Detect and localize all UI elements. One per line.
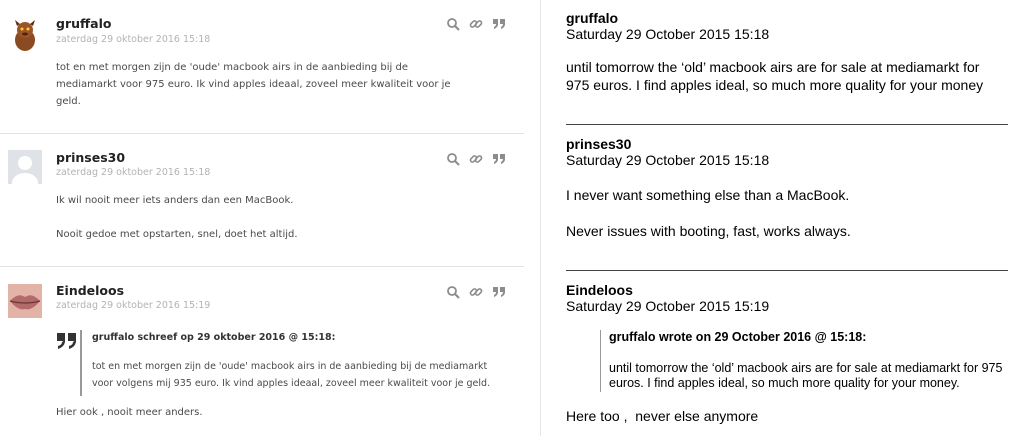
post-body-line: Ik wil nooit meer iets anders dan een Ma… xyxy=(56,195,294,206)
translated-body-line: Never issues with booting, fast, works a… xyxy=(566,223,851,239)
post-body-line: Hier ook , nooit meer anders. xyxy=(56,407,203,418)
translated-date: Saturday 29 October 2015 15:19 xyxy=(566,298,770,314)
translated-date: Saturday 29 October 2015 15:18 xyxy=(566,26,770,42)
translation-divider xyxy=(566,124,1008,125)
forum-panel-dutch: gruffalo zaterdag 29 oktober 2016 15:18 … xyxy=(0,0,540,436)
search-icon[interactable] xyxy=(446,284,460,299)
post-body-line: mediamarkt voor 975 euro. Ik vind apples… xyxy=(56,79,451,90)
link-icon[interactable] xyxy=(469,284,483,298)
translated-username: prinses30 xyxy=(566,136,632,152)
translated-body: Here too , never else anymore xyxy=(566,407,1006,425)
search-icon[interactable] xyxy=(446,151,460,166)
translated-username: Eindeloos xyxy=(566,282,633,298)
quote-body-line: tot en met morgen zijn de 'oude' macbook… xyxy=(92,361,488,372)
quote-icon[interactable] xyxy=(492,284,506,298)
translation-panel-english: gruffalo Saturday 29 October 2015 15:18 … xyxy=(541,0,1021,436)
quote-icon[interactable] xyxy=(492,151,506,165)
post-date: zaterdag 29 oktober 2016 15:18 xyxy=(56,34,211,45)
translated-date: Saturday 29 October 2015 15:18 xyxy=(566,152,770,168)
translated-quote: gruffalo wrote on 29 October 2016 @ 15:1… xyxy=(600,330,1021,392)
translated-quote-header: gruffalo wrote on 29 October 2016 @ 15:1… xyxy=(609,330,867,344)
translated-username: gruffalo xyxy=(566,10,619,26)
search-icon[interactable] xyxy=(446,16,460,31)
link-icon[interactable] xyxy=(469,151,483,165)
translated-body-line: I never want something else than a MacBo… xyxy=(566,187,850,203)
translated-quote-line: until tomorrow the ‘old’ macbook airs ar… xyxy=(609,361,1003,375)
lips-avatar[interactable] xyxy=(8,284,42,318)
translated-body-line: Here too , never else anymore xyxy=(566,408,759,424)
quote-icon[interactable] xyxy=(492,16,506,30)
translated-quote-line: euros. I find apples ideal, so much more… xyxy=(609,376,960,390)
quoted-post: gruffalo schreef op 29 oktober 2016 @ 15… xyxy=(80,330,490,396)
translated-post: prinses30 Saturday 29 October 2015 15:18… xyxy=(566,136,1006,240)
post-username[interactable]: prinses30 xyxy=(56,150,125,165)
translated-post: gruffalo Saturday 29 October 2015 15:18 … xyxy=(566,10,1006,94)
quote-header: gruffalo schreef op 29 oktober 2016 @ 15… xyxy=(92,332,336,343)
post-body-line: Nooit gedoe met opstarten, snel, doet he… xyxy=(56,229,298,240)
link-icon[interactable] xyxy=(469,16,483,30)
translated-post: Eindeloos Saturday 29 October 2015 15:19 xyxy=(566,282,1006,314)
post-actions xyxy=(446,151,506,166)
post-username[interactable]: gruffalo xyxy=(56,16,111,31)
default-avatar[interactable] xyxy=(8,150,42,184)
quote-body-line: voor volgens mij 935 euro. Ik vind apple… xyxy=(92,378,491,389)
translated-body-line: 975 euros. I find apples ideal, so much … xyxy=(566,77,984,93)
post-actions xyxy=(446,16,506,31)
post-username[interactable]: Eindeloos xyxy=(56,283,124,298)
post-divider xyxy=(0,266,524,267)
post-body-line: geld. xyxy=(56,96,81,107)
quote-mark-icon xyxy=(56,330,78,350)
gruffalo-avatar[interactable] xyxy=(8,18,42,52)
translated-body-line: until tomorrow the ‘old’ macbook airs ar… xyxy=(566,59,980,75)
post-date: zaterdag 29 oktober 2016 15:18 xyxy=(56,167,211,178)
post-divider xyxy=(0,133,524,134)
post-actions xyxy=(446,284,506,299)
post-date: zaterdag 29 oktober 2016 15:19 xyxy=(56,300,211,311)
translation-divider xyxy=(566,270,1008,271)
post-body-line: tot en met morgen zijn de 'oude' macbook… xyxy=(56,62,408,73)
